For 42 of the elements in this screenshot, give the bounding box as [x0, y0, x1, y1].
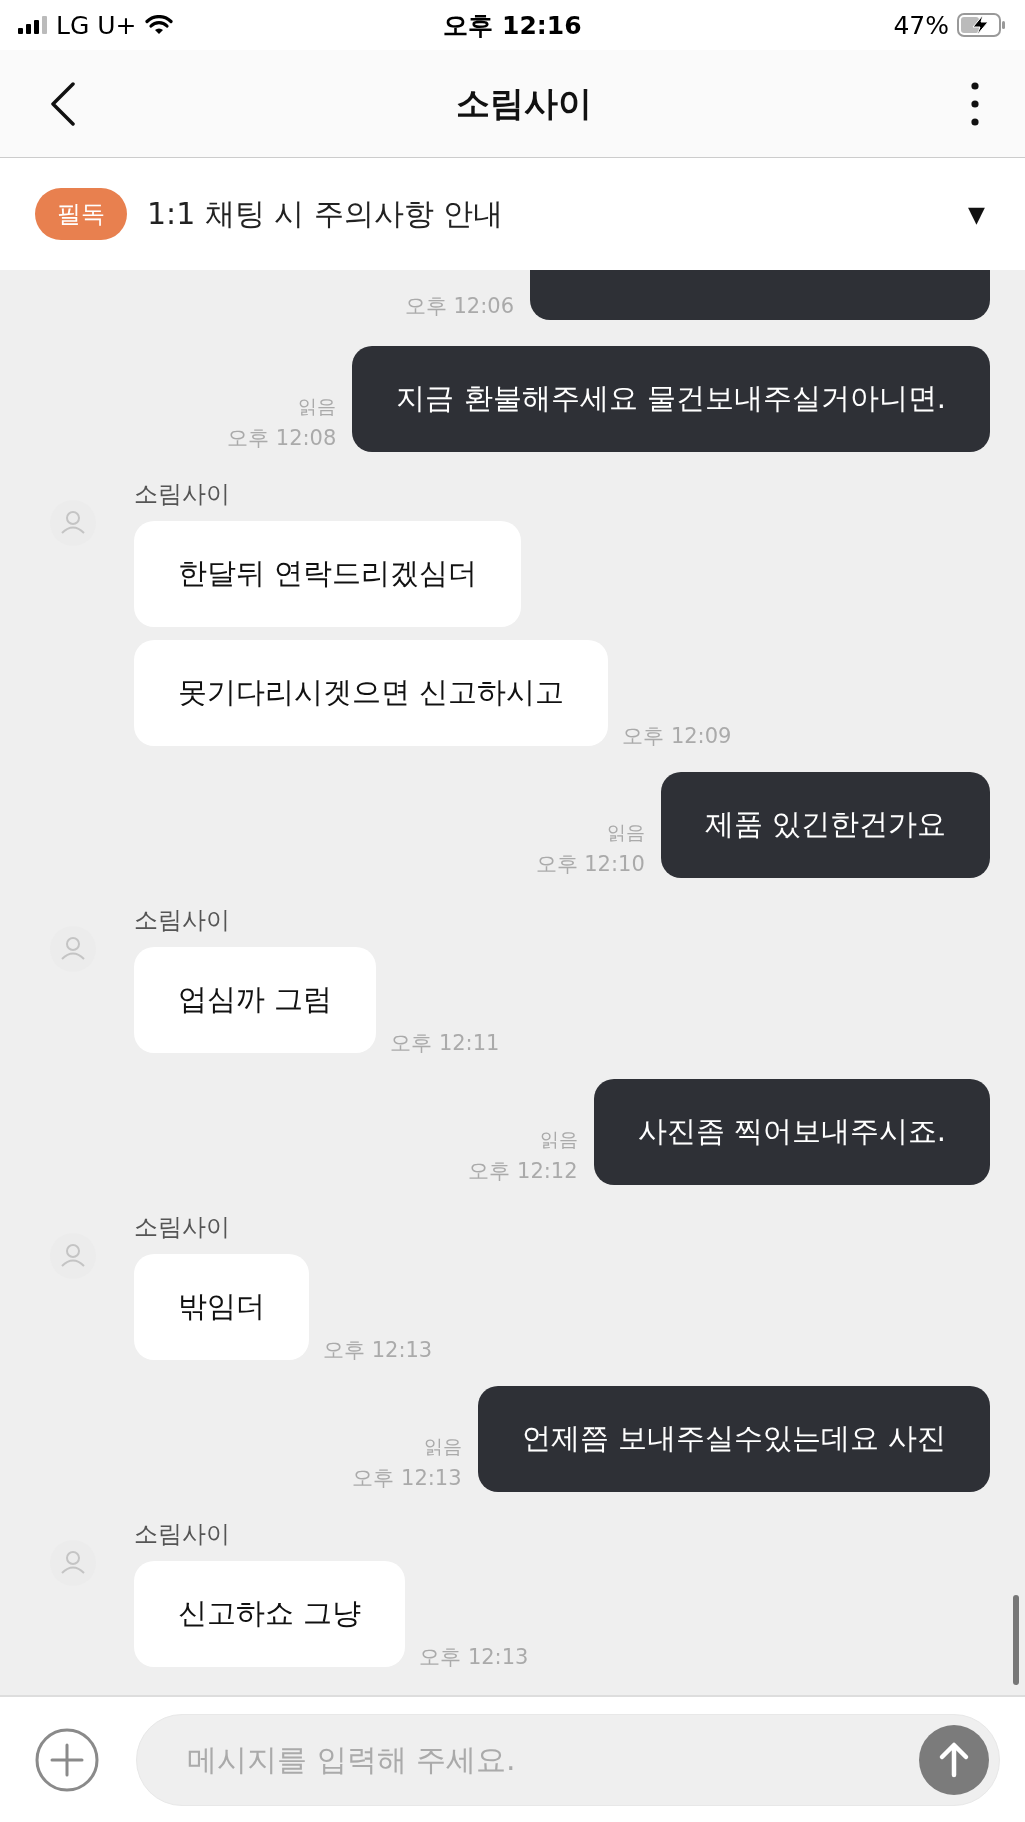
battery-percent: 47%	[893, 10, 949, 40]
sender-name: 소림사이	[134, 905, 231, 936]
read-receipt: 읽음	[539, 1127, 578, 1152]
add-icon[interactable]	[34, 1726, 100, 1793]
message-time: 오후 12:13	[352, 1465, 462, 1492]
message-bubble: 제품 있긴한건가요	[660, 772, 990, 878]
message-bubble: 언제쯤 보내주실수있는데요 사진	[477, 1386, 990, 1492]
message-time: 오후 12:13	[419, 1644, 529, 1671]
signal-icon	[18, 16, 48, 34]
message-time: 오후 12:10	[535, 851, 645, 878]
back-icon[interactable]	[50, 81, 76, 126]
message-time: 오후 12:12	[468, 1158, 578, 1185]
message-bubble: 못기다리시겟으면 신고하시고	[134, 640, 609, 746]
read-receipt: 읽음	[298, 394, 337, 419]
must-read-badge: 필독	[35, 188, 127, 240]
message-input-field[interactable]: 메시지를 입력해 주세요.	[136, 1713, 1000, 1806]
read-receipt: 읽음	[606, 820, 645, 845]
read-receipt: 읽음	[423, 1434, 462, 1459]
carrier-name: LG U+	[56, 10, 137, 40]
message-bubble: 밖임더	[134, 1254, 309, 1360]
message-bubble: 업심까 그럼	[134, 947, 377, 1053]
status-time: 오후 12:16	[443, 9, 582, 42]
notice-text[interactable]: 1:1 채팅 시 주의사항 안내	[147, 193, 949, 235]
expand-toggle[interactable]: ▼	[968, 201, 985, 227]
send-icon[interactable]	[919, 1724, 989, 1795]
message-time: 오후 12:13	[323, 1337, 433, 1364]
battery-charging-icon	[957, 13, 1007, 37]
chat-title: 소림사이	[455, 81, 592, 125]
message-bubble: 신고하쇼 그냥	[134, 1561, 406, 1667]
message-time: 오후 12:11	[390, 1030, 500, 1057]
sender-name: 소림사이	[134, 1212, 231, 1243]
sender-name: 소림사이	[134, 1519, 231, 1550]
more-icon[interactable]	[971, 81, 979, 126]
message-time: 오후 12:09	[622, 723, 732, 750]
message-time: 오후 12:06	[404, 293, 514, 320]
message-time: 오후 12:08	[227, 425, 337, 452]
message-bubble: 한달뒤 연락드리겠심더	[134, 521, 522, 627]
scrollbar[interactable]	[1013, 1595, 1019, 1685]
wifi-icon	[144, 15, 173, 35]
sender-name: 소림사이	[134, 479, 231, 510]
message-bubble: 지금 환불해주세요 물건보내주실거아니면.	[352, 346, 990, 452]
message-bubble: 사진좀 찍어보내주시죠.	[593, 1079, 990, 1185]
